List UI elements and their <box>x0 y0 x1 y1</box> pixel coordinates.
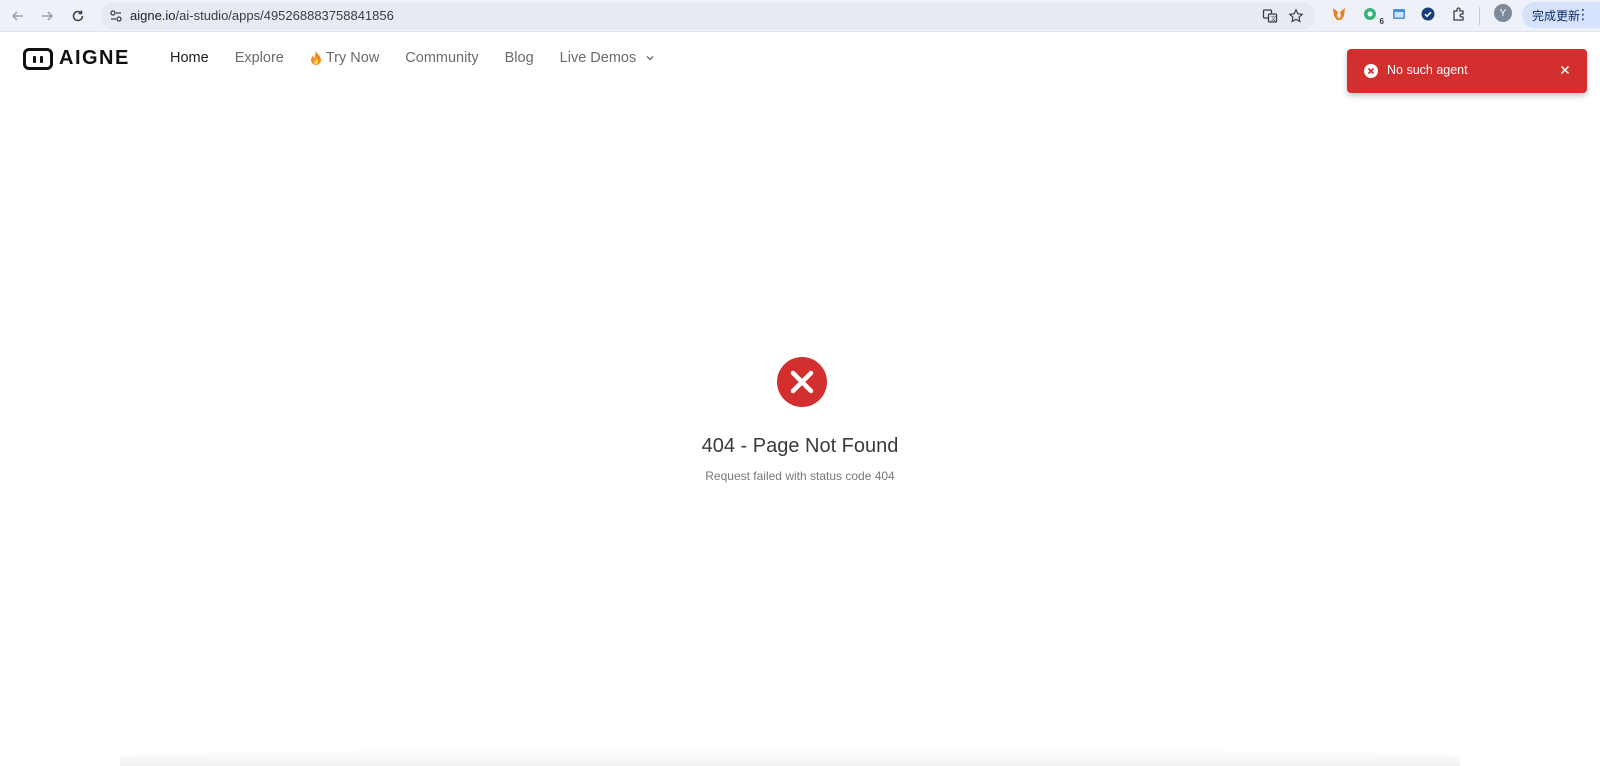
browser-toolbar: aigne.io/ai-studio/apps/4952688837588418… <box>0 0 1600 32</box>
svg-text:文: 文 <box>1271 15 1277 23</box>
site-settings-icon[interactable] <box>108 8 124 24</box>
window-extension-icon[interactable] <box>1389 4 1409 24</box>
check-circle-extension-icon[interactable] <box>1418 4 1438 24</box>
toast-message: No such agent <box>1387 63 1468 77</box>
nav-community[interactable]: Community <box>405 50 478 66</box>
flame-icon <box>310 50 321 65</box>
reload-button[interactable] <box>66 4 90 28</box>
aigne-logo-icon <box>23 47 53 70</box>
puzzle-extensions-icon[interactable] <box>1449 4 1469 24</box>
nav-live-demos-label: Live Demos <box>559 50 637 66</box>
url-path: /ai-studio/apps/495268883758841856 <box>175 8 394 23</box>
aigne-logo[interactable]: AIGNE <box>23 47 130 70</box>
chevron-down-icon <box>646 56 654 61</box>
error-circle-icon <box>1364 64 1378 78</box>
arrow-right-icon <box>42 11 54 21</box>
update-button[interactable]: 完成更新 ⋮ <box>1522 2 1600 28</box>
error-x-circle-icon <box>777 357 827 407</box>
update-label: 完成更新 <box>1532 8 1581 23</box>
back-button[interactable] <box>6 4 30 28</box>
nav-try-now-label: Try Now <box>325 50 380 66</box>
extension-badge-count: 6 <box>1379 17 1384 26</box>
reload-icon <box>72 10 84 22</box>
nav-try-now[interactable]: Try Now <box>310 50 379 66</box>
error-title: 404 - Page Not Found <box>701 435 899 457</box>
nav-explore[interactable]: Explore <box>235 50 284 66</box>
metamask-extension-icon[interactable] <box>1329 4 1349 24</box>
main-nav: Home Explore Try Now Community Blog Live… <box>170 50 682 66</box>
extension-icon-badged[interactable]: 6 <box>1360 4 1384 26</box>
nav-blog[interactable]: Blog <box>505 50 534 66</box>
nav-live-demos[interactable]: Live Demos <box>560 50 657 66</box>
profile-avatar[interactable]: Y <box>1494 4 1512 22</box>
error-subtitle: Request failed with status code 404 <box>705 469 895 483</box>
bookmark-star-icon[interactable] <box>1286 6 1306 26</box>
toolbar-divider <box>1479 7 1480 25</box>
forward-button[interactable] <box>35 4 59 28</box>
translate-icon[interactable]: 文 <box>1260 6 1280 26</box>
logo-text: AIGNE <box>59 47 130 69</box>
arrow-left-icon <box>11 11 23 21</box>
nav-home[interactable]: Home <box>170 50 209 66</box>
url-host: aigne.io <box>130 8 176 23</box>
error-toast: No such agent <box>1347 49 1587 93</box>
more-vertical-icon: ⋮ <box>1576 6 1590 22</box>
toast-close-button[interactable] <box>1557 62 1573 78</box>
bottom-shadow <box>120 748 1460 766</box>
close-icon <box>1560 65 1570 75</box>
address-bar[interactable]: aigne.io/ai-studio/apps/4952688837588418… <box>100 2 1316 30</box>
url-text: aigne.io/ai-studio/apps/4952688837588418… <box>130 8 394 23</box>
